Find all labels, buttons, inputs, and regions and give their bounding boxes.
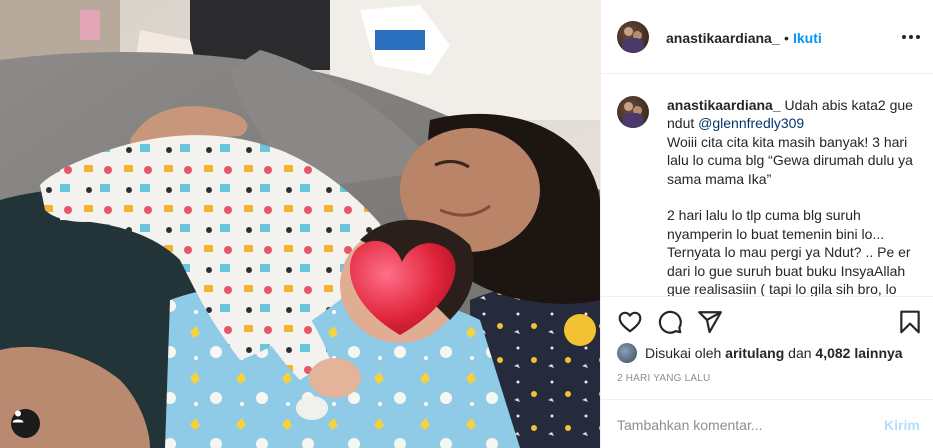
author-username[interactable]: anastikaardiana_ (666, 30, 780, 46)
heart-icon[interactable] (617, 309, 643, 335)
caption-avatar[interactable] (617, 96, 649, 128)
comment-form: Kirim (601, 399, 933, 448)
caption-text-rest: Woiii cita cita kita masih banyak! 3 har… (667, 133, 913, 296)
caption-username[interactable]: anastikaardiana_ (667, 97, 781, 113)
liker-avatar[interactable] (617, 343, 637, 363)
comments-section[interactable]: anastikaardiana_ Udah abis kata2 gue ndu… (601, 75, 933, 296)
post-timestamp[interactable]: 2 HARI YANG LALU (617, 373, 710, 384)
post-photo[interactable] (0, 0, 600, 448)
post-side-panel: anastikaardiana_ • Ikuti anastikaardiana… (600, 0, 933, 448)
user-tag-icon[interactable] (11, 409, 40, 438)
likes-count[interactable]: 4,082 lainnya (815, 345, 902, 361)
author-avatar[interactable] (617, 21, 649, 53)
header-separator: • (784, 30, 789, 46)
likes-summary: Disukai oleh aritulang dan 4,082 lainnya (617, 343, 903, 363)
post-header: anastikaardiana_ • Ikuti (601, 0, 933, 74)
bookmark-icon[interactable] (897, 309, 923, 335)
share-icon[interactable] (697, 309, 723, 335)
action-bar (601, 296, 933, 344)
photo-scene (0, 0, 600, 448)
post-comment-button[interactable]: Kirim (884, 417, 920, 433)
post-caption: anastikaardiana_ Udah abis kata2 gue ndu… (667, 96, 925, 296)
likes-conjunction: dan (788, 345, 812, 361)
likes-prefix: Disukai oleh (645, 345, 722, 361)
comment-icon[interactable] (657, 309, 683, 335)
caption-mention[interactable]: @glennfredly309 (698, 115, 804, 131)
more-options-icon[interactable] (902, 28, 920, 46)
follow-button[interactable]: Ikuti (793, 30, 822, 46)
comment-input[interactable] (617, 414, 867, 436)
liker-username[interactable]: aritulang (725, 345, 784, 361)
